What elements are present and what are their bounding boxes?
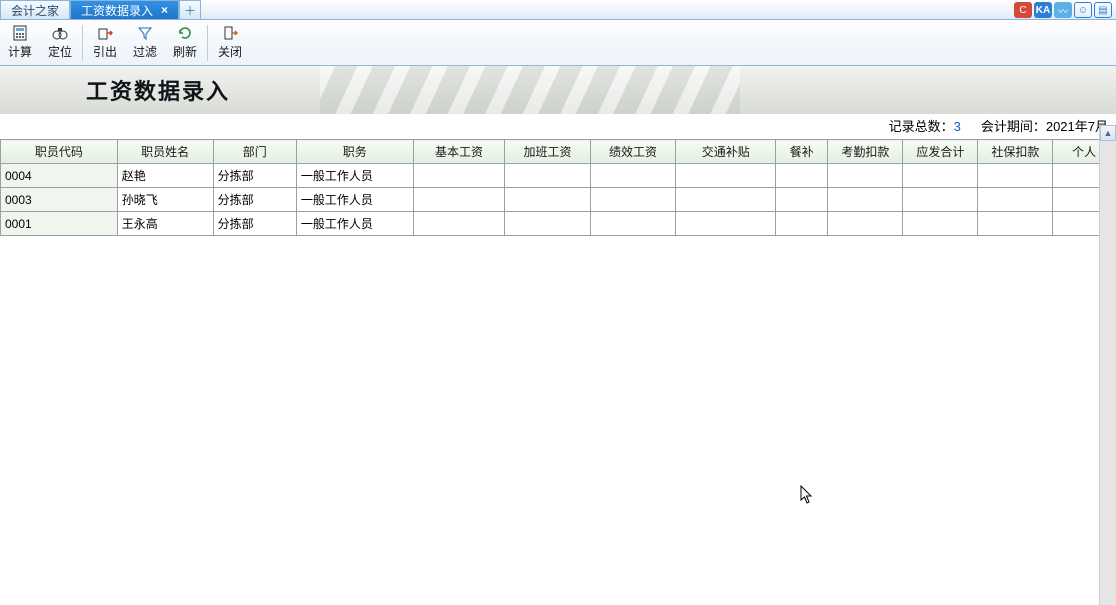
page-title: 工资数据录入	[86, 74, 230, 106]
col-header[interactable]: 餐补	[776, 140, 828, 164]
data-grid[interactable]: 职员代码 职员姓名 部门 职务 基本工资 加班工资 绩效工资 交通补贴 餐补 考…	[0, 139, 1116, 236]
table-cell[interactable]: 分拣部	[213, 188, 296, 212]
tab-home[interactable]: 会计之家	[0, 0, 70, 19]
table-cell[interactable]: 0003	[1, 188, 118, 212]
table-cell[interactable]: 一般工作人员	[296, 164, 413, 188]
col-header[interactable]: 部门	[213, 140, 296, 164]
table-cell[interactable]	[978, 164, 1053, 188]
export-icon	[97, 25, 113, 41]
table-cell[interactable]	[828, 164, 903, 188]
col-header[interactable]: 考勤扣款	[828, 140, 903, 164]
refresh-label: 刷新	[173, 43, 197, 60]
door-exit-icon	[222, 25, 238, 41]
table-cell[interactable]	[505, 164, 590, 188]
vertical-scrollbar[interactable]: ▲	[1099, 125, 1116, 605]
toolbar: 计算 定位 引出 过滤 刷新 关闭	[0, 20, 1116, 66]
table-cell[interactable]	[903, 212, 978, 236]
export-button[interactable]: 引出	[85, 20, 125, 66]
table-row[interactable]: 0003孙晓飞分拣部一般工作人员	[1, 188, 1116, 212]
header-row: 职员代码 职员姓名 部门 职务 基本工资 加班工资 绩效工资 交通补贴 餐补 考…	[1, 140, 1116, 164]
data-grid-wrap: 职员代码 职员姓名 部门 职务 基本工资 加班工资 绩效工资 交通补贴 餐补 考…	[0, 139, 1116, 236]
locate-button[interactable]: 定位	[40, 20, 80, 66]
tray-icon-3[interactable]: 〰	[1054, 2, 1072, 18]
header-band: 工资数据录入	[0, 66, 1116, 114]
col-header[interactable]: 基本工资	[413, 140, 505, 164]
accounting-period: 会计期间：2021年7月	[981, 116, 1108, 135]
mouse-cursor-icon	[800, 485, 814, 505]
table-cell[interactable]	[828, 188, 903, 212]
filter-icon	[137, 25, 153, 41]
col-header[interactable]: 职员姓名	[117, 140, 213, 164]
export-label: 引出	[93, 43, 117, 60]
close-button[interactable]: 关闭	[210, 20, 250, 66]
tray-icon-4[interactable]: ☺	[1074, 2, 1092, 18]
calculator-icon	[12, 25, 28, 41]
tray-icon-1[interactable]: C	[1014, 2, 1032, 18]
close-icon[interactable]: ×	[161, 3, 168, 17]
record-count: 记录总数：3	[889, 116, 961, 135]
info-line: 记录总数：3 会计期间：2021年7月	[0, 114, 1116, 139]
table-cell[interactable]	[413, 188, 505, 212]
tab-salary-entry[interactable]: 工资数据录入 ×	[70, 0, 179, 19]
scroll-up-button[interactable]: ▲	[1100, 125, 1116, 141]
table-row[interactable]: 0004赵艳分拣部一般工作人员	[1, 164, 1116, 188]
refresh-icon	[177, 25, 193, 41]
table-cell[interactable]: 0001	[1, 212, 118, 236]
table-cell[interactable]: 一般工作人员	[296, 188, 413, 212]
table-cell[interactable]: 赵艳	[117, 164, 213, 188]
table-cell[interactable]: 0004	[1, 164, 118, 188]
table-cell[interactable]	[903, 164, 978, 188]
col-header[interactable]: 交通补贴	[676, 140, 776, 164]
tray-icon-5[interactable]: ▤	[1094, 2, 1112, 18]
toolbar-separator	[82, 25, 83, 61]
col-header[interactable]: 加班工资	[505, 140, 590, 164]
system-tray: C KA 〰 ☺ ▤	[1014, 0, 1112, 20]
filter-button[interactable]: 过滤	[125, 20, 165, 66]
table-row[interactable]: 0001王永高分拣部一般工作人员	[1, 212, 1116, 236]
tray-icon-2[interactable]: KA	[1034, 2, 1052, 18]
refresh-button[interactable]: 刷新	[165, 20, 205, 66]
table-cell[interactable]	[676, 188, 776, 212]
binoculars-icon	[52, 25, 68, 41]
table-cell[interactable]	[590, 212, 675, 236]
table-cell[interactable]	[828, 212, 903, 236]
close-label: 关闭	[218, 43, 242, 60]
table-cell[interactable]	[776, 212, 828, 236]
table-cell[interactable]: 孙晓飞	[117, 188, 213, 212]
col-header[interactable]: 绩效工资	[590, 140, 675, 164]
tab-bar: 会计之家 工资数据录入 × ＋ C KA 〰 ☺ ▤	[0, 0, 1116, 20]
table-cell[interactable]	[590, 164, 675, 188]
col-header[interactable]: 职务	[296, 140, 413, 164]
table-cell[interactable]	[590, 188, 675, 212]
tab-salary-entry-label: 工资数据录入	[81, 2, 153, 19]
table-cell[interactable]	[413, 212, 505, 236]
col-header[interactable]: 社保扣款	[978, 140, 1053, 164]
table-cell[interactable]	[978, 212, 1053, 236]
table-cell[interactable]: 一般工作人员	[296, 212, 413, 236]
table-cell[interactable]	[505, 188, 590, 212]
calc-label: 计算	[8, 43, 32, 60]
table-cell[interactable]	[413, 164, 505, 188]
table-cell[interactable]: 王永高	[117, 212, 213, 236]
locate-label: 定位	[48, 43, 72, 60]
table-cell[interactable]	[776, 188, 828, 212]
tab-home-label: 会计之家	[11, 2, 59, 19]
filter-label: 过滤	[133, 43, 157, 60]
table-cell[interactable]	[505, 212, 590, 236]
calc-button[interactable]: 计算	[0, 20, 40, 66]
table-cell[interactable]: 分拣部	[213, 164, 296, 188]
table-cell[interactable]	[676, 164, 776, 188]
table-cell[interactable]	[903, 188, 978, 212]
table-cell[interactable]	[776, 164, 828, 188]
table-cell[interactable]: 分拣部	[213, 212, 296, 236]
table-cell[interactable]	[978, 188, 1053, 212]
col-header[interactable]: 应发合计	[903, 140, 978, 164]
col-header[interactable]: 职员代码	[1, 140, 118, 164]
toolbar-separator	[207, 25, 208, 61]
tab-add-button[interactable]: ＋	[179, 0, 201, 19]
table-cell[interactable]	[676, 212, 776, 236]
